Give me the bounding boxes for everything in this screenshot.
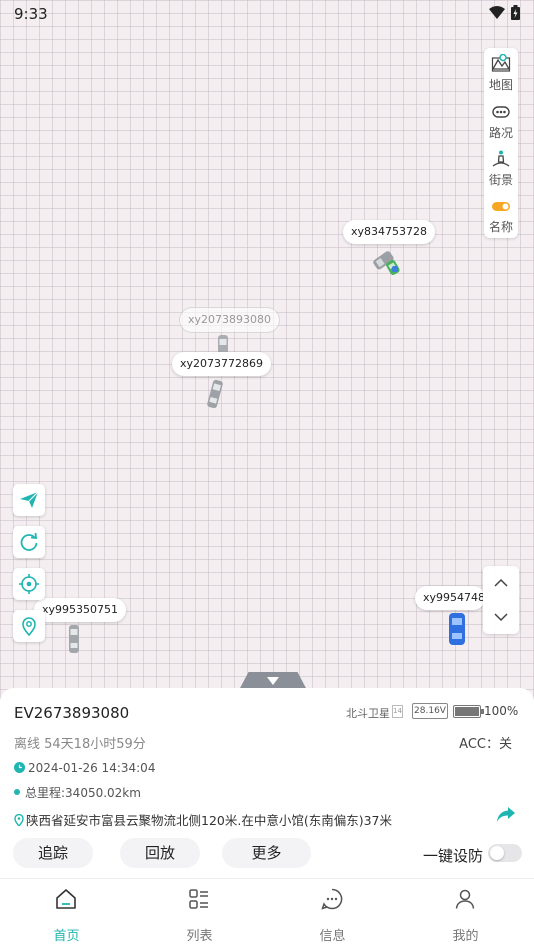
street-view-icon: [492, 150, 510, 167]
zoom-panel: [483, 566, 519, 634]
home-icon: [56, 889, 76, 909]
zoom-out-button[interactable]: [483, 600, 519, 634]
more-button[interactable]: 更多: [222, 838, 311, 868]
navigate-button[interactable]: [13, 484, 45, 516]
vehicle-label[interactable]: xy2073772869: [172, 352, 272, 376]
tab-messages-label: 信息: [319, 929, 346, 944]
tab-profile[interactable]: 我的: [399, 879, 532, 950]
arm-label: 一键设防: [423, 847, 484, 865]
acc-status: ACC：关: [459, 737, 512, 752]
playback-button[interactable]: 回放: [120, 838, 200, 868]
location-pin-icon: [22, 617, 36, 636]
vehicle-detail-sheet: EV2673893080 北斗卫星 14 28.16V 100% 离线 54天1…: [0, 688, 534, 878]
chevron-down-icon: [494, 613, 508, 622]
tab-profile-label: 我的: [452, 929, 479, 944]
layer-panel: 地图 路况 街景 名称: [484, 48, 518, 238]
status-icons: [489, 5, 520, 20]
status-time: 9:33: [14, 5, 48, 23]
locate-button[interactable]: [13, 568, 45, 600]
battery-icon: [511, 5, 520, 20]
layer-street-view-button[interactable]: 街景: [484, 145, 518, 191]
user-icon: [455, 889, 475, 909]
vehicle-label[interactable]: xy995474822: [415, 586, 485, 610]
layer-map-label: 地图: [488, 78, 513, 92]
car-icon[interactable]: [206, 378, 224, 410]
traffic-icon: [492, 106, 510, 118]
update-time: 2024-01-26 14:34:04: [28, 761, 156, 775]
map-view[interactable]: 9:33 地图 路况 街景 名称 xy834753728 xy207389308…: [0, 0, 534, 700]
layer-name-label: 名称: [488, 220, 513, 234]
layer-map-button[interactable]: 地图: [484, 50, 518, 96]
battery-level-icon: [453, 705, 484, 718]
car-icon[interactable]: [446, 612, 468, 646]
car-icon[interactable]: [66, 624, 82, 654]
track-button[interactable]: 追踪: [13, 838, 93, 868]
map-layer-icon: [491, 54, 511, 72]
message-icon: [321, 888, 343, 910]
crosshair-icon: [19, 574, 39, 594]
vehicle-label[interactable]: xy995350751: [34, 598, 127, 622]
share-icon[interactable]: [496, 806, 516, 824]
layer-traffic-label: 路况: [488, 126, 513, 140]
layer-name-toggle[interactable]: 名称: [484, 192, 518, 238]
bottom-tab-bar: 首页 列表 信息 我的: [0, 878, 534, 950]
location-pin-icon: [14, 813, 24, 828]
layer-street-view-label: 街景: [488, 173, 513, 187]
status-bar: 9:33: [0, 0, 534, 28]
signal-icon: 14: [392, 705, 403, 718]
tab-messages[interactable]: 信息: [266, 879, 399, 950]
battery-percent: 100%: [484, 704, 519, 718]
refresh-icon: [20, 532, 38, 551]
clock-icon: [14, 762, 25, 773]
update-time-row: 2024-01-26 14:34:04: [14, 761, 155, 775]
tab-home[interactable]: 首页: [0, 879, 133, 950]
name-toggle-icon: [492, 202, 510, 211]
tab-list-label: 列表: [186, 929, 213, 944]
device-id: EV2673893080: [14, 704, 130, 722]
address-row: 陕西省延安市富县云聚物流北侧120米.在中意小馆(东南偏东)37米: [14, 810, 392, 829]
list-icon: [189, 889, 208, 909]
vehicle-label[interactable]: xy2073893080: [180, 308, 280, 332]
layer-traffic-button[interactable]: 路况: [484, 98, 518, 144]
refresh-button[interactable]: [13, 526, 45, 558]
tab-home-label: 首页: [53, 929, 80, 944]
wifi-icon: [489, 6, 505, 19]
send-icon: [20, 491, 39, 508]
online-status: 离线 54天18小时59分: [14, 737, 146, 752]
mileage: 总里程:34050.02km: [25, 786, 141, 800]
car-icon[interactable]: [368, 248, 404, 280]
arm-switch[interactable]: [488, 844, 522, 862]
address: 陕西省延安市富县云聚物流北侧120米.在中意小馆(东南偏东)37米: [26, 813, 392, 828]
voltage-badge: 28.16V: [412, 703, 448, 719]
chevron-up-icon: [494, 578, 508, 587]
vehicle-label[interactable]: xy834753728: [343, 220, 436, 244]
location-pin-button[interactable]: [13, 610, 45, 642]
tab-list[interactable]: 列表: [133, 879, 266, 950]
bullet-icon: [14, 789, 20, 795]
mileage-row: 总里程:34050.02km: [14, 784, 141, 801]
zoom-in-button[interactable]: [483, 566, 519, 600]
positioning-mode: 北斗卫星: [346, 707, 390, 720]
